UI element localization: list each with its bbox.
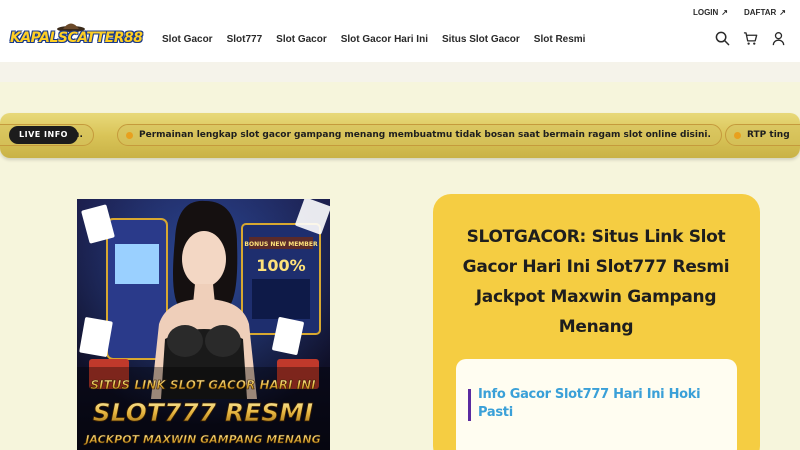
nav-item-slot-gacor-hari-ini[interactable]: Slot Gacor Hari Ini — [341, 34, 428, 45]
banner-line-3: JACKPOT MAXWIN GAMPANG MENANG — [83, 433, 320, 446]
login-label: LOGIN — [692, 8, 719, 17]
dot-icon — [126, 131, 133, 139]
poster-label: BONUS NEW MEMBER — [244, 241, 318, 248]
ticker-item-text: Permainan lengkap slot gacor gampang men… — [139, 130, 711, 140]
live-info-badge: LIVE INFO — [9, 126, 78, 144]
login-link[interactable]: LOGIN ↗ — [693, 8, 728, 17]
info-accent-bar — [468, 389, 471, 421]
info-heading-link[interactable]: Info Gacor Slot777 Hari Ini Hoki Pasti — [478, 386, 718, 422]
cart-icon[interactable] — [742, 30, 758, 46]
header-icons — [714, 30, 786, 46]
nav-item-situs-slot-gacor[interactable]: Situs Slot Gacor — [442, 34, 520, 45]
top-links: LOGIN ↗ DAFTAR ↗ — [693, 8, 786, 17]
page-title: SLOTGACOR: Situs Link Slot Gacor Hari In… — [462, 227, 730, 337]
nav-item-slot777[interactable]: Slot777 — [227, 34, 263, 45]
ticker-item-text: RTP ting — [747, 130, 790, 140]
sub-header-bar — [0, 62, 800, 82]
ticker-item: RTP ting — [725, 124, 800, 146]
poster-value: 100% — [256, 256, 305, 275]
banner-line-2: SLOT777 RESMI — [93, 398, 314, 427]
nav-item-slot-gacor[interactable]: Slot Gacor — [162, 34, 213, 45]
live-info-ticker: LIVE INFO kan. Permainan lengkap slot ga… — [0, 113, 800, 158]
daftar-label: DAFTAR — [744, 8, 777, 17]
daftar-link[interactable]: DAFTAR ↗ — [744, 8, 786, 17]
main-nav: Slot Gacor Slot777 Slot Gacor Slot Gacor… — [162, 34, 599, 45]
nav-item-slot-resmi[interactable]: Slot Resmi — [534, 34, 586, 45]
search-icon[interactable] — [714, 30, 730, 46]
ticker-item: Permainan lengkap slot gacor gampang men… — [117, 124, 722, 146]
arrow-up-right-icon: ↗ — [721, 8, 728, 17]
nav-item-slot-gacor-2[interactable]: Slot Gacor — [276, 34, 327, 45]
site-header: KAPALSCATTER88 Slot Gacor Slot777 Slot G… — [0, 0, 800, 62]
user-icon[interactable] — [770, 30, 786, 46]
hero-banner-image: BONUS NEW MEMBER 100% SITUS LINK SLOT GA… — [77, 199, 330, 450]
site-logo[interactable]: KAPALSCATTER88 — [10, 23, 143, 54]
dot-icon — [734, 131, 741, 139]
arrow-up-right-icon: ↗ — [779, 8, 786, 17]
logo-text: KAPALSCATTER88 — [10, 30, 143, 46]
banner-line-1: SITUS LINK SLOT GACOR HARI INI — [90, 378, 316, 392]
